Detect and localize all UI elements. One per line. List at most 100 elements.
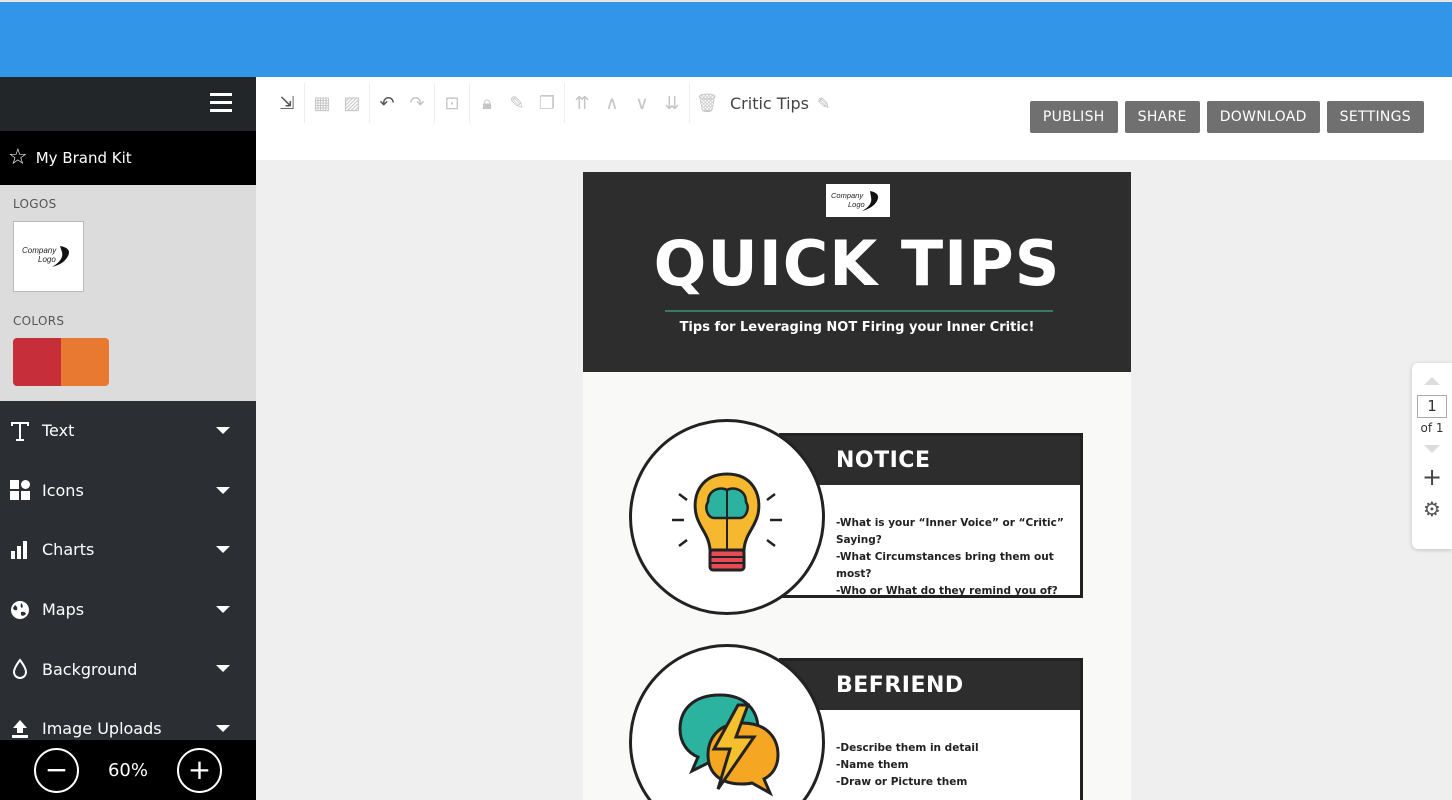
company-logo-image: Company Logo <box>22 245 69 267</box>
sidebar-item-text[interactable]: Text <box>0 401 256 461</box>
sidebar-item-background[interactable]: Background <box>0 639 256 699</box>
hamburger-menu-icon[interactable] <box>210 93 232 113</box>
chevron-down-icon <box>216 486 230 494</box>
page-count: of 1 <box>1420 421 1444 435</box>
sidebar-item-label: Maps <box>42 600 85 620</box>
settings-button[interactable]: SETTINGS <box>1326 101 1424 133</box>
add-page-icon[interactable]: + <box>1412 465 1452 489</box>
page-navigator: 1 of 1 + ⚙ <box>1412 363 1452 549</box>
transparency-icon[interactable]: ▦ <box>307 88 337 118</box>
publish-button[interactable]: PUBLISH <box>1029 101 1118 133</box>
bring-forward-icon[interactable]: ∧ <box>597 88 627 118</box>
paragraph-format-icon[interactable]: ⇲ <box>272 88 302 118</box>
brand-color-swatches <box>13 338 109 386</box>
sidebar-item-charts[interactable]: Charts <box>0 520 256 580</box>
colors-label: COLORS <box>13 314 65 328</box>
page-number-input[interactable]: 1 <box>1417 395 1447 418</box>
design-canvas: Company Logo QUICK TIPS Tips for Leverag… <box>256 160 1452 800</box>
star-icon: ☆ <box>8 145 28 170</box>
chevron-down-icon <box>216 546 230 554</box>
send-to-back-icon[interactable]: ⇊ <box>657 88 687 118</box>
chevron-down-icon <box>216 427 230 434</box>
shapes-icon <box>8 479 32 501</box>
logos-label: LOGOS <box>13 197 57 211</box>
chevron-down-icon <box>216 665 230 673</box>
color-swatch-orange[interactable] <box>61 338 109 386</box>
left-sidebar: ☆ My Brand Kit LOGOS Company Logo COLORS… <box>0 77 256 800</box>
svg-text:Logo: Logo <box>848 200 865 209</box>
sidebar-item-label: Icons <box>42 480 84 500</box>
zoom-level: 60% <box>107 759 148 781</box>
sidebar-item-icons[interactable]: Icons <box>0 461 256 521</box>
sidebar-item-label: Text <box>42 421 75 441</box>
color-swatch-red[interactable] <box>13 338 61 386</box>
globe-icon <box>8 599 32 621</box>
section-card: BEFRIEND -Describe them in detail -Name … <box>779 658 1083 800</box>
section-line: -What Circumstances bring them out most? <box>836 551 1054 580</box>
zoom-controls: − 60% + <box>0 740 256 800</box>
svg-text:Company: Company <box>22 246 57 255</box>
toolbar-separator <box>564 83 565 123</box>
chevron-down-icon <box>216 605 230 613</box>
toolbar-separator <box>689 83 690 123</box>
svg-text:Logo: Logo <box>38 255 56 264</box>
rename-edit-icon[interactable]: ✎ <box>817 94 830 113</box>
bring-to-front-icon[interactable]: ⇈ <box>567 88 597 118</box>
page-down-icon[interactable] <box>1424 445 1440 453</box>
upload-icon <box>8 718 32 740</box>
section-heading[interactable]: NOTICE <box>782 436 1080 485</box>
toolbar-separator <box>434 83 435 123</box>
section-body[interactable]: -Describe them in detail -Name them -Dra… <box>782 710 1080 791</box>
top-header-bar <box>0 0 1452 77</box>
share-button[interactable]: SHARE <box>1124 101 1200 133</box>
droplet-icon <box>8 658 32 680</box>
page-up-icon[interactable] <box>1424 377 1440 385</box>
section-line: -Draw or Picture them <box>836 776 968 788</box>
duplicate-icon[interactable]: ❐ <box>532 88 562 118</box>
section-line: -Name them <box>836 759 909 771</box>
brand-logo-thumbnail[interactable]: Company Logo <box>13 221 84 292</box>
document-name[interactable]: Critic Tips <box>730 94 809 113</box>
toolbar-separator <box>369 83 370 123</box>
lightbulb-brain-icon <box>629 419 825 615</box>
sidebar-item-label: Charts <box>42 540 95 560</box>
section-heading[interactable]: BEFRIEND <box>782 661 1080 710</box>
image-icon[interactable]: ▨ <box>337 88 367 118</box>
company-logo-image: Company Logo <box>831 190 879 211</box>
title-divider <box>665 310 1053 312</box>
sidebar-header <box>0 77 256 131</box>
document-logo[interactable]: Company Logo <box>826 184 890 217</box>
sidebar-item-maps[interactable]: Maps <box>0 580 256 640</box>
edit-icon[interactable]: ✎ <box>502 88 532 118</box>
zoom-in-button[interactable]: + <box>176 747 222 793</box>
crop-icon[interactable]: ⊡ <box>437 88 467 118</box>
infographic-title[interactable]: QUICK TIPS <box>583 227 1131 300</box>
sidebar-item-label: Image Uploads <box>42 719 162 739</box>
bar-chart-icon <box>8 539 32 561</box>
infographic-subtitle[interactable]: Tips for Leveraging NOT Firing your Inne… <box>583 320 1131 335</box>
trash-icon[interactable]: 🗑︎ <box>692 88 722 118</box>
redo-icon[interactable]: ↷ <box>402 88 432 118</box>
send-backward-icon[interactable]: ∨ <box>627 88 657 118</box>
zoom-out-button[interactable]: − <box>34 747 79 793</box>
infographic-page[interactable]: Company Logo QUICK TIPS Tips for Leverag… <box>583 172 1131 800</box>
infographic-header[interactable]: Company Logo QUICK TIPS Tips for Leverag… <box>583 172 1131 372</box>
download-button[interactable]: DOWNLOAD <box>1206 101 1320 133</box>
text-icon <box>8 420 32 442</box>
brand-kit-label: My Brand Kit <box>35 149 132 167</box>
tool-group: ⇲ ▦ ▨ ↶ ↷ ⊡ 🔒︎ ✎ ❐ ⇈ ∧ ∨ ⇊ 🗑︎ Critic Tip… <box>272 83 830 123</box>
section-body[interactable]: -What is your “Inner Voice” or “Critic” … <box>782 485 1080 600</box>
brand-kit-panel: LOGOS Company Logo COLORS <box>0 185 256 401</box>
toolbar-separator <box>304 83 305 123</box>
lock-icon[interactable]: 🔒︎ <box>472 88 502 118</box>
svg-text:Company: Company <box>831 191 864 200</box>
chevron-down-icon <box>216 724 230 732</box>
action-buttons: PUBLISH SHARE DOWNLOAD SETTINGS <box>1029 101 1424 133</box>
undo-icon[interactable]: ↶ <box>372 88 402 118</box>
toolbar-separator <box>469 83 470 123</box>
section-line: -Describe them in detail <box>836 742 979 754</box>
section-line: -What is your “Inner Voice” or “Critic” … <box>836 517 1064 546</box>
gear-icon[interactable]: ⚙ <box>1412 497 1452 521</box>
brand-kit-header[interactable]: ☆ My Brand Kit <box>0 131 256 185</box>
speech-bubbles-lightning-icon <box>629 644 825 800</box>
